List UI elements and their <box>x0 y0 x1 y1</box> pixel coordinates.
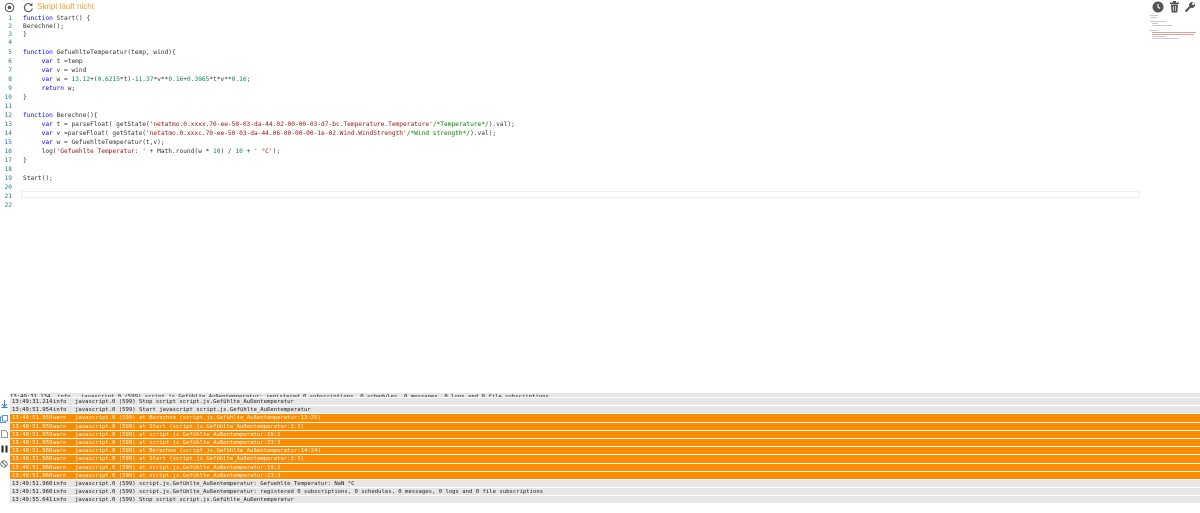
clear-icon[interactable] <box>0 460 8 468</box>
script-status: Skript läuft nicht <box>37 2 94 11</box>
log-list: 13:49:31.134 info javascript.0 (599) scr… <box>10 393 1200 505</box>
code-line: 17} <box>4 157 27 164</box>
script-toolbar: Skript läuft nicht <box>0 0 1200 14</box>
code-line: 3} <box>8 31 27 38</box>
code-line: 2 Berechne(); <box>8 23 64 30</box>
log-row: 13:49:51.960 info javascript.0 (599) scrip… <box>10 488 1200 497</box>
log-row: 13:49:51.960 warn javascript.0 (599) at sc… <box>10 463 1200 472</box>
log-row: 13:49:51.960 info javascript.0 (599) scrip… <box>10 479 1200 489</box>
wrench-icon[interactable] <box>1184 1 1196 13</box>
document-icon[interactable] <box>0 430 8 438</box>
copy-icon[interactable] <box>0 415 8 423</box>
trash-icon[interactable] <box>1168 1 1180 13</box>
code-line: 1 function Start() { <box>8 15 91 22</box>
log-row: 13:49:51.959 warn javascript.0 (599) at St… <box>10 422 1200 431</box>
log-row: 13:49:51.960 warn javascript.0 (599) at sc… <box>10 471 1200 480</box>
code-line: 12 function Berechne(){ <box>4 112 98 119</box>
code-line: 18 <box>4 166 12 173</box>
log-panel: 13:49:31.134 info javascript.0 (599) scr… <box>0 393 1200 513</box>
code-line: 7 var v = wind <box>8 67 87 74</box>
refresh-icon[interactable] <box>22 1 34 13</box>
log-row: 13:49:51.954 info javascript.0 (599) Start… <box>10 406 1200 415</box>
code-line: 13 var t = parseFloat( getState('netatmo… <box>4 121 515 128</box>
code-line: 8 var w = 13.12+(0.6215*t)-11.37*v**0.16… <box>8 76 251 83</box>
log-row: 13:49:51.959 warn javascript.0 (599) at sc… <box>10 438 1200 448</box>
toolbar-actions <box>1152 1 1196 13</box>
clock-icon[interactable] <box>1152 1 1164 13</box>
target-icon[interactable] <box>3 1 15 13</box>
code-line: 10} <box>4 94 27 101</box>
current-line-highlight <box>21 191 1140 198</box>
code-line: 11 <box>4 103 12 110</box>
log-toolbar <box>0 400 9 475</box>
code-line: 16 log('Gefuehlte Temperatur: ' + Math.r… <box>4 148 281 155</box>
log-row: 13:49:51.959 warn javascript.0 (599) at sc… <box>10 430 1200 439</box>
code-line: 14 var v =parseFloat( getState('netatmo.… <box>4 130 497 137</box>
code-line: 22 <box>4 202 12 209</box>
code-line: 5 function GefuehlteTemperatur(temp, wind… <box>8 49 176 56</box>
code-line: 15 var w = GefuehlteTemperatur(t,v); <box>4 139 165 146</box>
code-line: 9 return w; <box>8 85 76 92</box>
code-line: 4 <box>8 39 12 46</box>
log-row: 13:49:55.641 info javascript.0 (599) Stop … <box>10 496 1200 505</box>
pause-icon[interactable] <box>0 445 8 453</box>
log-row: 13:49:51.959 warn javascript.0 (599) at Be… <box>10 414 1200 423</box>
log-row: 13:49:51.960 warn javascript.0 (599) at St… <box>10 455 1200 464</box>
editor-minimap[interactable] <box>1150 14 1196 44</box>
log-row: 13:49:31.214 info javascript.0 (599) Stop … <box>10 398 1200 407</box>
code-editor[interactable]: 1 function Start() { 2 Berechne(); 3} 4 5f… <box>0 14 1140 209</box>
code-line: 19 Start(); <box>4 175 53 182</box>
log-row: 13:49:51.960 warn javascript.0 (599) at Be… <box>10 447 1200 456</box>
scroll-down-icon[interactable] <box>0 400 8 408</box>
code-line: 6 var t =temp <box>8 58 83 65</box>
